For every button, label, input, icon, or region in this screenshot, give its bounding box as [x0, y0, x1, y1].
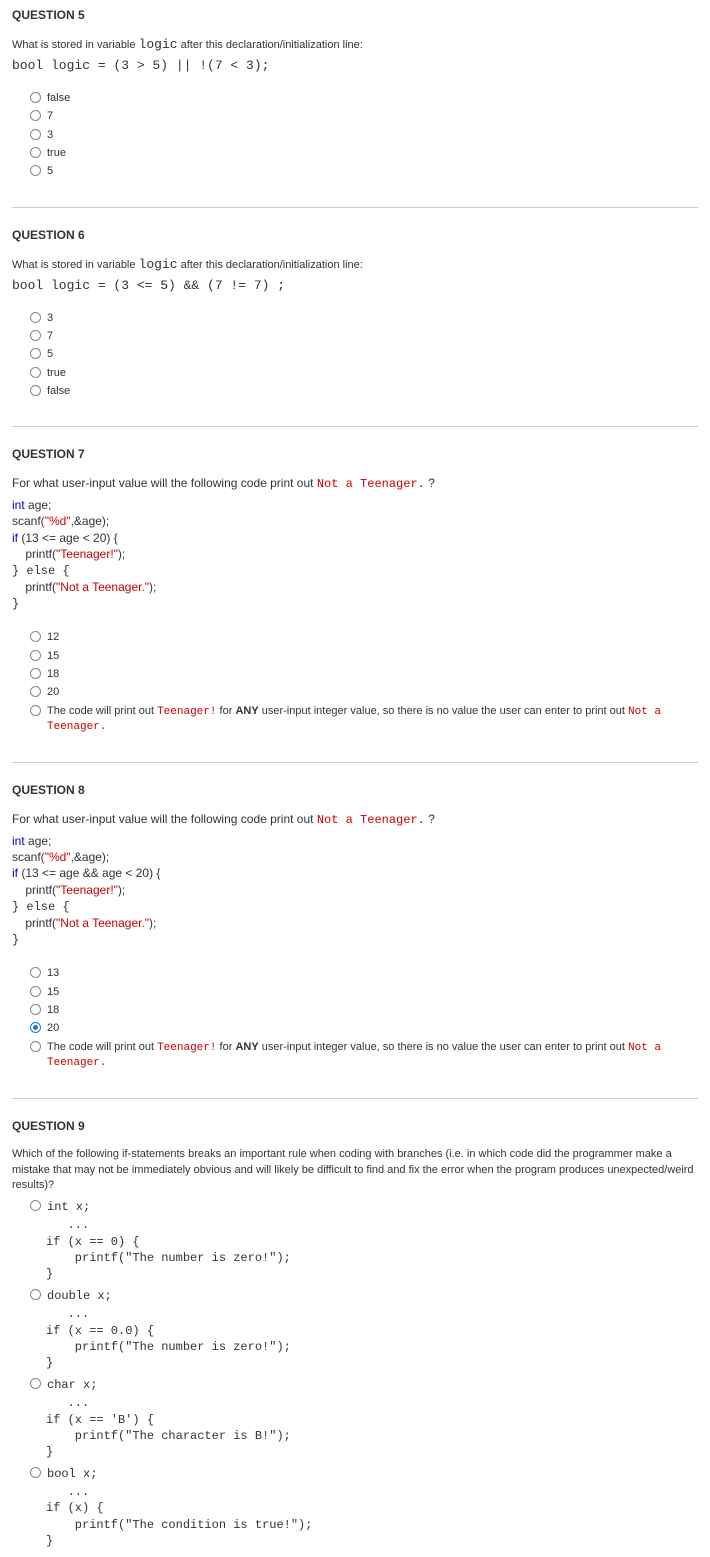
radio-icon[interactable]	[30, 1467, 41, 1478]
code-block: ... if (x) { printf("The condition is tr…	[46, 1484, 698, 1549]
option[interactable]: 7	[30, 329, 698, 343]
radio-icon[interactable]	[30, 1289, 41, 1300]
option[interactable]: 7	[30, 109, 698, 123]
radio-icon[interactable]	[30, 367, 41, 378]
option[interactable]: 15	[30, 985, 698, 999]
radio-icon[interactable]	[30, 348, 41, 359]
radio-icon[interactable]	[30, 1022, 41, 1033]
question-prompt: For what user-input value will the follo…	[12, 811, 698, 829]
options-list: false 7 3 true 5	[30, 91, 698, 178]
option[interactable]: 3	[30, 128, 698, 142]
code-block: ... if (x == 'B') { printf("The characte…	[46, 1395, 698, 1460]
code-block: int age; scanf("%d",&age); if (13 <= age…	[12, 497, 698, 612]
question-6: QUESTION 6 What is stored in variable lo…	[12, 228, 698, 428]
options-list: 3 7 5 true false	[30, 311, 698, 398]
option[interactable]: 15	[30, 649, 698, 663]
radio-icon[interactable]	[30, 650, 41, 661]
code-block: int age; scanf("%d",&age); if (13 <= age…	[12, 833, 698, 948]
option[interactable]: 20	[30, 1021, 698, 1035]
option[interactable]: double x;	[30, 1288, 698, 1304]
radio-icon[interactable]	[30, 1004, 41, 1015]
radio-icon[interactable]	[30, 1041, 41, 1052]
question-prompt: Which of the following if-statements bre…	[12, 1147, 698, 1193]
radio-icon[interactable]	[30, 668, 41, 679]
question-title: QUESTION 5	[12, 8, 698, 22]
option[interactable]: The code will print out Teenager! for AN…	[30, 1040, 698, 1071]
option[interactable]: true	[30, 146, 698, 160]
question-prompt: What is stored in variable logic after t…	[12, 36, 698, 54]
code-line: bool logic = (3 <= 5) && (7 != 7) ;	[12, 278, 698, 293]
radio-icon[interactable]	[30, 1200, 41, 1211]
question-title: QUESTION 8	[12, 783, 698, 797]
option[interactable]: bool x;	[30, 1466, 698, 1482]
radio-icon[interactable]	[30, 92, 41, 103]
option[interactable]: 5	[30, 347, 698, 361]
option[interactable]: false	[30, 384, 698, 398]
question-7: QUESTION 7 For what user-input value wil…	[12, 447, 698, 763]
options-list: 13 15 18 20 The code will print out Teen…	[30, 966, 698, 1070]
radio-icon[interactable]	[30, 1378, 41, 1389]
radio-icon[interactable]	[30, 312, 41, 323]
radio-icon[interactable]	[30, 129, 41, 140]
option[interactable]: false	[30, 91, 698, 105]
option[interactable]: 18	[30, 1003, 698, 1017]
option[interactable]: 5	[30, 164, 698, 178]
question-8: QUESTION 8 For what user-input value wil…	[12, 783, 698, 1099]
question-prompt: What is stored in variable logic after t…	[12, 256, 698, 274]
code-line: bool logic = (3 > 5) || !(7 < 3);	[12, 58, 698, 73]
radio-icon[interactable]	[30, 385, 41, 396]
radio-icon[interactable]	[30, 986, 41, 997]
question-5: QUESTION 5 What is stored in variable lo…	[12, 8, 698, 208]
radio-icon[interactable]	[30, 110, 41, 121]
radio-icon[interactable]	[30, 686, 41, 697]
question-9: QUESTION 9 Which of the following if-sta…	[12, 1119, 698, 1549]
question-title: QUESTION 6	[12, 228, 698, 242]
code-block: ... if (x == 0.0) { printf("The number i…	[46, 1306, 698, 1371]
option[interactable]: 3	[30, 311, 698, 325]
option[interactable]: int x;	[30, 1199, 698, 1215]
question-title: QUESTION 9	[12, 1119, 698, 1133]
option[interactable]: 20	[30, 685, 698, 699]
option[interactable]: char x;	[30, 1377, 698, 1393]
code-block: ... if (x == 0) { printf("The number is …	[46, 1217, 698, 1282]
option[interactable]: The code will print out Teenager! for AN…	[30, 704, 698, 735]
question-prompt: For what user-input value will the follo…	[12, 475, 698, 493]
option[interactable]: 13	[30, 966, 698, 980]
options-list: 12 15 18 20 The code will print out Teen…	[30, 630, 698, 734]
radio-icon[interactable]	[30, 165, 41, 176]
radio-icon[interactable]	[30, 631, 41, 642]
option[interactable]: 12	[30, 630, 698, 644]
question-title: QUESTION 7	[12, 447, 698, 461]
option[interactable]: 18	[30, 667, 698, 681]
option[interactable]: true	[30, 366, 698, 380]
radio-icon[interactable]	[30, 967, 41, 978]
radio-icon[interactable]	[30, 330, 41, 341]
radio-icon[interactable]	[30, 147, 41, 158]
radio-icon[interactable]	[30, 705, 41, 716]
